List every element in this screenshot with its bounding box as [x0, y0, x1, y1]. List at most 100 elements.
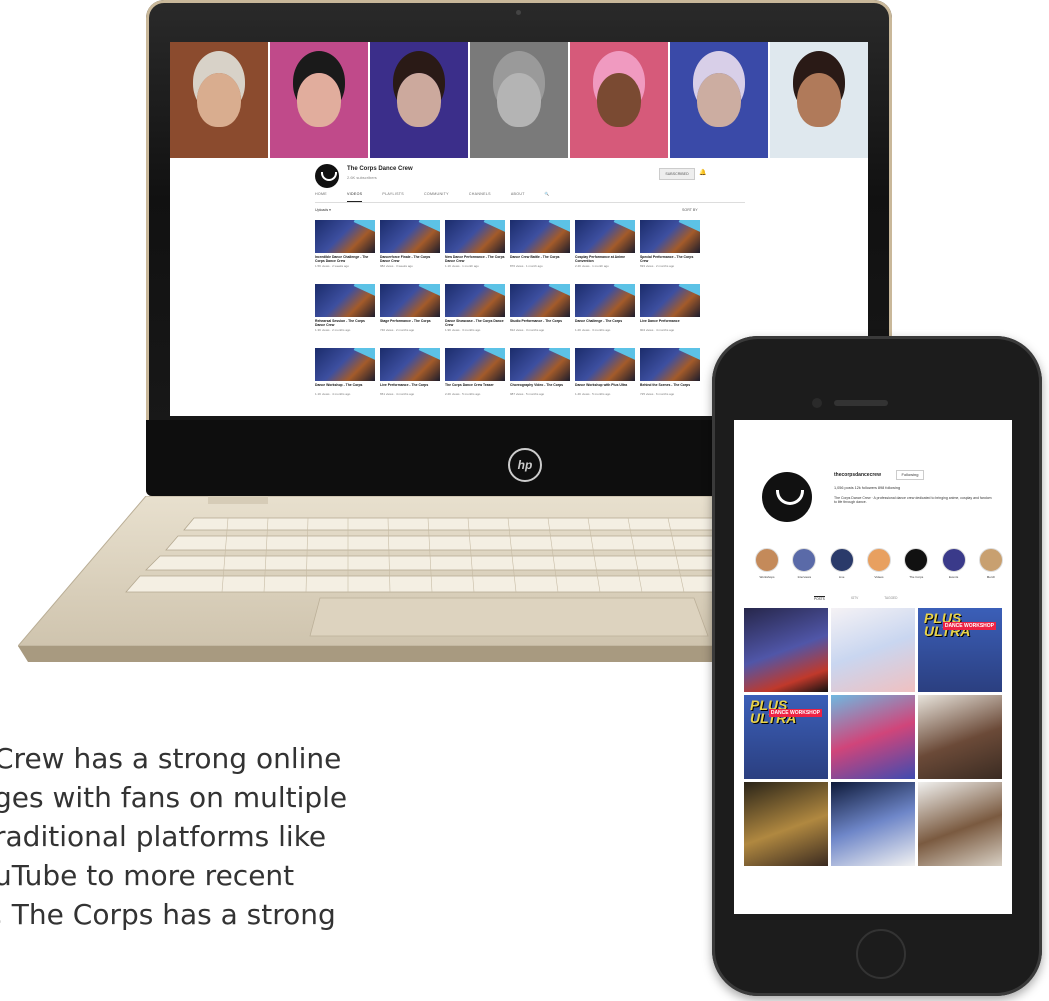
- tab-tagged[interactable]: TAGGED: [884, 596, 897, 601]
- video-thumbnail[interactable]: [575, 284, 635, 317]
- video-thumbnail[interactable]: [510, 220, 570, 253]
- banner-photo: [470, 42, 570, 158]
- earpiece-speaker: [834, 400, 888, 406]
- video-title[interactable]: Dancerforce Finale - The Corps Dance Cre…: [380, 255, 440, 263]
- video-card[interactable]: Choreography Video - The Corps 987 views …: [510, 348, 570, 408]
- profile-tabs: POSTS IGTV TAGGED: [814, 596, 898, 601]
- video-thumbnail[interactable]: [445, 220, 505, 253]
- video-title[interactable]: Special Performance - The Corps Crew: [640, 255, 700, 263]
- video-thumbnail[interactable]: [315, 220, 375, 253]
- video-card[interactable]: Dance Crew Battle - The Corps 876 views ·…: [510, 220, 570, 280]
- video-title[interactable]: Cosplay Performance at Anime Convention: [575, 255, 635, 263]
- highlight-item[interactable]: Workshops: [754, 548, 780, 579]
- bell-icon[interactable]: 🔔: [699, 169, 707, 177]
- video-thumbnail[interactable]: [445, 348, 505, 381]
- post-thumbnail[interactable]: PLUS ULTRA DANCE WORKSHOP: [744, 695, 828, 779]
- profile-stats[interactable]: 1,056 posts 12k followers 898 following: [834, 486, 900, 490]
- video-card[interactable]: Studio Performance - The Corps 812 views …: [510, 284, 570, 344]
- video-card[interactable]: Live Performance - The Corps 651 views · …: [380, 348, 440, 408]
- video-title[interactable]: Dance Challenge - The Corps: [575, 319, 635, 327]
- profile-bio: The Corps Dance Crew · A professional da…: [834, 496, 992, 505]
- video-card[interactable]: Live Dance Performance 904 views · 4 mont…: [640, 284, 700, 344]
- home-button[interactable]: [856, 929, 906, 979]
- video-title[interactable]: Live Performance - The Corps: [380, 383, 440, 391]
- highlight-item[interactable]: Interviews: [791, 548, 817, 579]
- sort-by-button[interactable]: SORT BY: [682, 208, 698, 212]
- tab-community[interactable]: COMMUNITY: [424, 192, 449, 202]
- video-card[interactable]: Dance Workshop with Plus Ultra 1.4K views…: [575, 348, 635, 408]
- video-title[interactable]: The Corps Dance Crew Teaser: [445, 383, 505, 391]
- video-title[interactable]: Dance Workshop with Plus Ultra: [575, 383, 635, 391]
- channel-banner: [170, 42, 868, 158]
- video-meta: 1.2K views · 3 months ago: [575, 328, 611, 332]
- profile-avatar[interactable]: [762, 472, 812, 522]
- tab-posts[interactable]: POSTS: [814, 596, 825, 601]
- post-thumbnail[interactable]: PLUS ULTRA DANCE WORKSHOP: [918, 608, 1002, 692]
- video-thumbnail[interactable]: [510, 348, 570, 381]
- video-title[interactable]: Dance Showcase - The Corps Dance Crew: [445, 319, 505, 327]
- video-title[interactable]: Live Dance Performance: [640, 319, 700, 327]
- tab-home[interactable]: HOME: [315, 192, 327, 202]
- video-title[interactable]: Rehearsal Session - The Corps Dance Crew: [315, 319, 375, 327]
- video-title[interactable]: Stage Performance - The Corps: [380, 319, 440, 327]
- video-card[interactable]: Stage Performance - The Corps 740 views ·…: [380, 284, 440, 344]
- tab-about[interactable]: ABOUT: [511, 192, 525, 202]
- video-title[interactable]: New Dance Performance - The Corps Dance …: [445, 255, 505, 263]
- post-overlay-subtitle: DANCE WORKSHOP: [942, 622, 996, 630]
- video-thumbnail[interactable]: [640, 284, 700, 317]
- video-card[interactable]: Dance Workshop - The Corps 1.1K views · 4…: [315, 348, 375, 408]
- webcam: [516, 10, 521, 15]
- post-thumbnail[interactable]: [744, 782, 828, 866]
- video-card[interactable]: Dancerforce Finale - The Corps Dance Cre…: [380, 220, 440, 280]
- highlight-item[interactable]: Videos: [866, 548, 892, 579]
- video-thumbnail[interactable]: [510, 284, 570, 317]
- video-thumbnail[interactable]: [315, 348, 375, 381]
- video-card[interactable]: Dance Showcase - The Corps Dance Crew 1.9…: [445, 284, 505, 344]
- video-thumbnail[interactable]: [575, 348, 635, 381]
- video-title[interactable]: Choreography Video - The Corps: [510, 383, 570, 391]
- post-thumbnail[interactable]: [831, 608, 915, 692]
- video-thumbnail[interactable]: [640, 220, 700, 253]
- video-thumbnail[interactable]: [445, 284, 505, 317]
- video-meta: 876 views · 1 month ago: [510, 264, 543, 268]
- post-thumbnail[interactable]: [831, 695, 915, 779]
- post-thumbnail[interactable]: [744, 608, 828, 692]
- uploads-filter[interactable]: Uploads ▾: [315, 208, 331, 212]
- video-thumbnail[interactable]: [380, 284, 440, 317]
- video-title[interactable]: Dance Crew Battle - The Corps: [510, 255, 570, 263]
- video-thumbnail[interactable]: [640, 348, 700, 381]
- post-thumbnail[interactable]: [918, 782, 1002, 866]
- highlight-item[interactable]: The Corps: [903, 548, 929, 579]
- tab-igtv[interactable]: IGTV: [851, 596, 858, 601]
- video-thumbnail[interactable]: [315, 284, 375, 317]
- tab-playlists[interactable]: PLAYLISTS: [382, 192, 404, 202]
- video-card[interactable]: Special Performance - The Corps Crew 693 …: [640, 220, 700, 280]
- subscribe-button[interactable]: SUBSCRIBED: [659, 168, 695, 180]
- tab-channels[interactable]: CHANNELS: [469, 192, 491, 202]
- highlight-item[interactable]: Merch: [978, 548, 1004, 579]
- video-card[interactable]: Cosplay Performance at Anime Convention 2…: [575, 220, 635, 280]
- video-thumbnail[interactable]: [575, 220, 635, 253]
- highlight-item[interactable]: Events: [941, 548, 967, 579]
- video-thumbnail[interactable]: [380, 220, 440, 253]
- tab-videos[interactable]: VIDEOS: [346, 192, 363, 202]
- following-button[interactable]: Following: [896, 470, 924, 480]
- highlight-item[interactable]: Live: [829, 548, 855, 579]
- video-title[interactable]: Dance Workshop - The Corps: [315, 383, 375, 391]
- channel-name[interactable]: The Corps Dance Crew: [347, 166, 413, 172]
- video-card[interactable]: The Corps Dance Crew Teaser 2.2K views · …: [445, 348, 505, 408]
- video-card[interactable]: Dance Challenge - The Corps 1.2K views · …: [575, 284, 635, 344]
- video-title[interactable]: Incredible Dance Challenge - The Corps D…: [315, 255, 375, 263]
- video-title[interactable]: Studio Performance - The Corps: [510, 319, 570, 327]
- post-thumbnail[interactable]: [831, 782, 915, 866]
- video-title[interactable]: Behind the Scenes - The Corps: [640, 383, 700, 391]
- video-card[interactable]: Incredible Dance Challenge - The Corps D…: [315, 220, 375, 280]
- video-thumbnail[interactable]: [380, 348, 440, 381]
- post-thumbnail[interactable]: [918, 695, 1002, 779]
- video-card[interactable]: New Dance Performance - The Corps Dance …: [445, 220, 505, 280]
- channel-avatar[interactable]: [315, 164, 339, 188]
- video-card[interactable]: Rehearsal Session - The Corps Dance Crew…: [315, 284, 375, 344]
- video-card[interactable]: Behind the Scenes - The Corps 725 views ·…: [640, 348, 700, 408]
- search-icon[interactable]: 🔍: [545, 192, 550, 202]
- video-meta: 1.9K views · 3 months ago: [445, 328, 481, 332]
